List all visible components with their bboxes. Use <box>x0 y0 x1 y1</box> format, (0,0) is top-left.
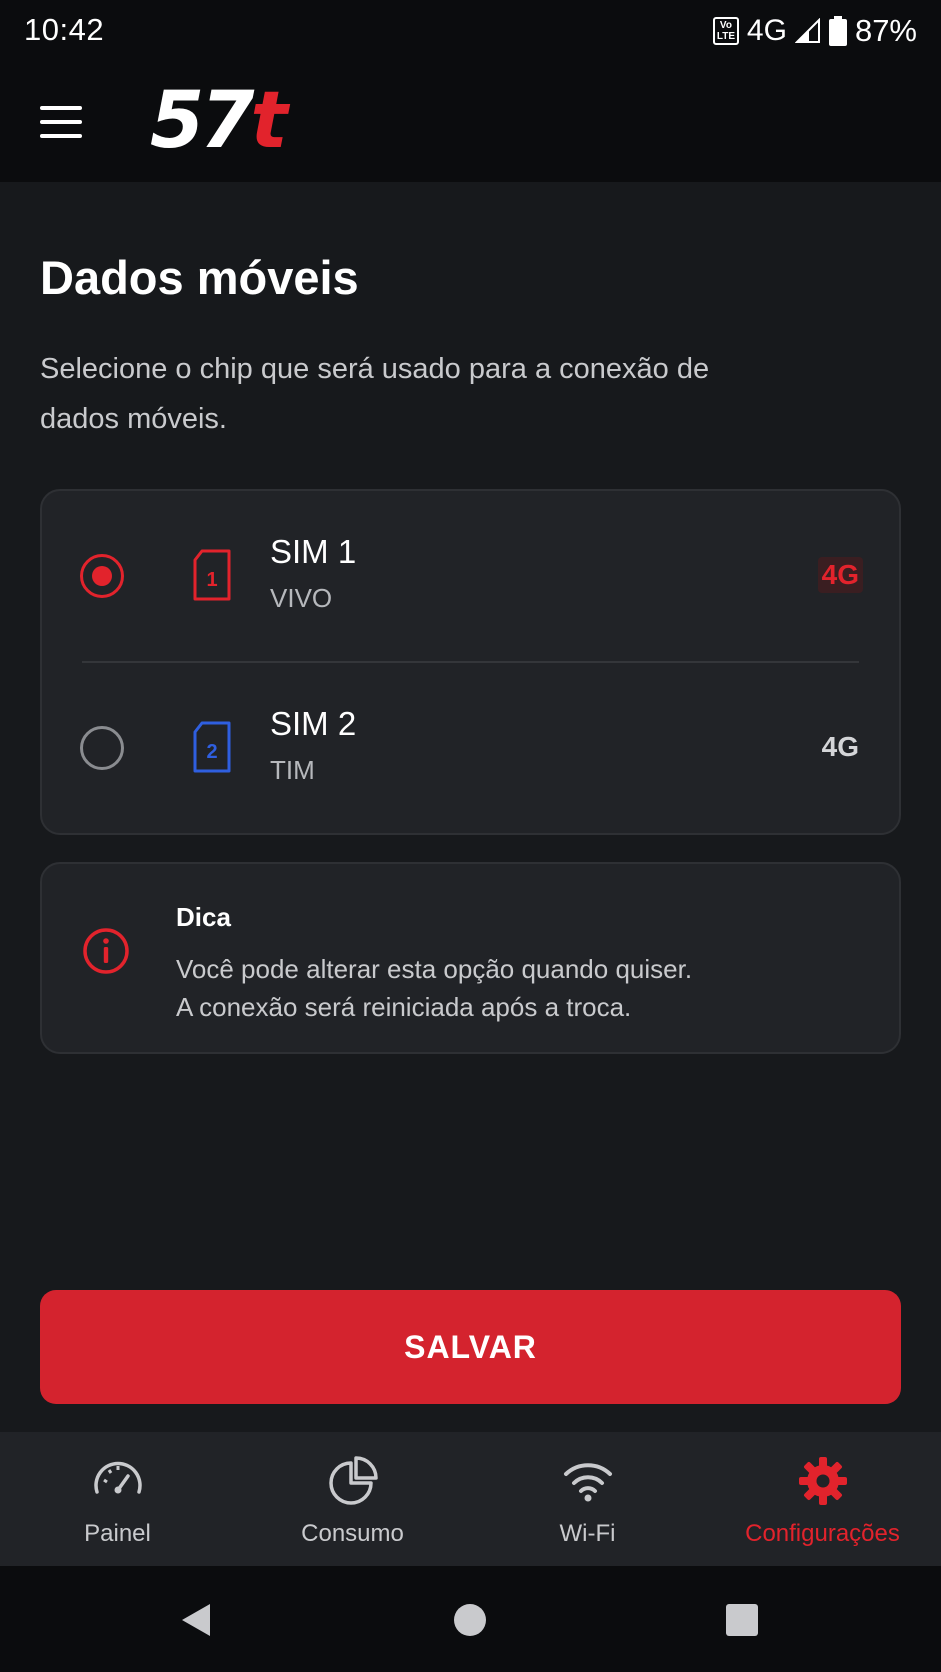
info-icon <box>83 928 129 974</box>
nav-item-wifi[interactable]: Wi-Fi <box>470 1432 705 1566</box>
sim-network-badge: 4G <box>821 731 859 762</box>
tip-title: Dica <box>176 902 231 932</box>
system-nav-bar <box>0 1566 941 1672</box>
tip-card: Dica Você pode alterar esta opção quando… <box>40 862 901 1054</box>
logo-accent: t <box>250 76 288 166</box>
save-button[interactable]: SALVAR <box>40 1290 901 1404</box>
tip-line-1: Você pode alterar esta opção quando quis… <box>176 954 693 984</box>
nav-label: Painel <box>84 1520 151 1547</box>
sim-option-2[interactable]: 2 SIM 2 TIM 4G <box>42 663 899 833</box>
wifi-icon <box>563 1463 612 1502</box>
nav-label: Consumo <box>301 1520 404 1547</box>
tip-line-2: A conexão será reiniciada após a troca. <box>176 992 632 1022</box>
menu-icon[interactable] <box>40 106 82 138</box>
bottom-nav: Painel Consumo Wi-Fi Configurações <box>0 1432 941 1566</box>
app-header: 57t <box>0 62 941 182</box>
battery-icon <box>828 16 847 46</box>
gear-icon <box>798 1457 847 1505</box>
screen: 10:42 Vo LTE 4G 87% 57t Dados móveis Sel… <box>0 0 941 1672</box>
back-icon[interactable] <box>176 1600 216 1640</box>
brand-logo: 57t <box>150 82 288 160</box>
status-time: 10:42 <box>24 12 105 47</box>
speedometer-icon <box>93 1461 142 1494</box>
nav-label: Wi-Fi <box>559 1520 616 1547</box>
main-content: Dados móveis Selecione o chip que será u… <box>0 182 941 1432</box>
sim-name: SIM 1 <box>270 533 357 570</box>
sim-card-icon: 2 <box>193 721 231 773</box>
radio-selected[interactable] <box>80 554 124 598</box>
nav-item-painel[interactable]: Painel <box>0 1432 235 1566</box>
home-icon[interactable] <box>450 1600 490 1640</box>
page-title: Dados móveis <box>40 251 359 304</box>
sim-option-1[interactable]: 1 SIM 1 VIVO 4G <box>42 491 899 661</box>
network-type: 4G <box>746 14 787 47</box>
sim-carrier: TIM <box>270 755 315 785</box>
status-bar: 10:42 Vo LTE 4G 87% <box>0 0 941 62</box>
radio-unselected[interactable] <box>80 726 124 770</box>
sim-name: SIM 2 <box>270 705 357 742</box>
volte-bottom-text: LTE <box>716 31 735 42</box>
nav-label: Configurações <box>745 1520 900 1547</box>
sim-network-badge: 4G <box>817 557 863 593</box>
svg-text:1: 1 <box>206 569 217 591</box>
sim-carrier: VIVO <box>270 583 333 613</box>
nav-item-consumo[interactable]: Consumo <box>235 1432 470 1566</box>
battery-level: 87% <box>854 13 917 48</box>
volte-top-text: Vo <box>719 20 732 31</box>
nav-item-configuracoes[interactable]: Configurações <box>705 1432 940 1566</box>
sim-card-icon: 1 <box>193 549 231 601</box>
recents-icon[interactable] <box>722 1600 762 1640</box>
page-description: Selecione o chip que será usado para a c… <box>40 353 710 435</box>
signal-icon <box>794 18 820 43</box>
tip-text: Você pode alterar esta opção quando quis… <box>176 950 692 1026</box>
pie-chart-icon <box>328 1456 378 1505</box>
volte-icon: Vo LTE <box>712 17 739 45</box>
svg-text:2: 2 <box>206 741 217 763</box>
sim-selection-card: 1 SIM 1 VIVO 4G 2 SIM 2 TIM 4G <box>40 489 901 835</box>
status-icons: Vo LTE 4G 87% <box>712 12 917 50</box>
logo-main: 57 <box>150 76 255 166</box>
